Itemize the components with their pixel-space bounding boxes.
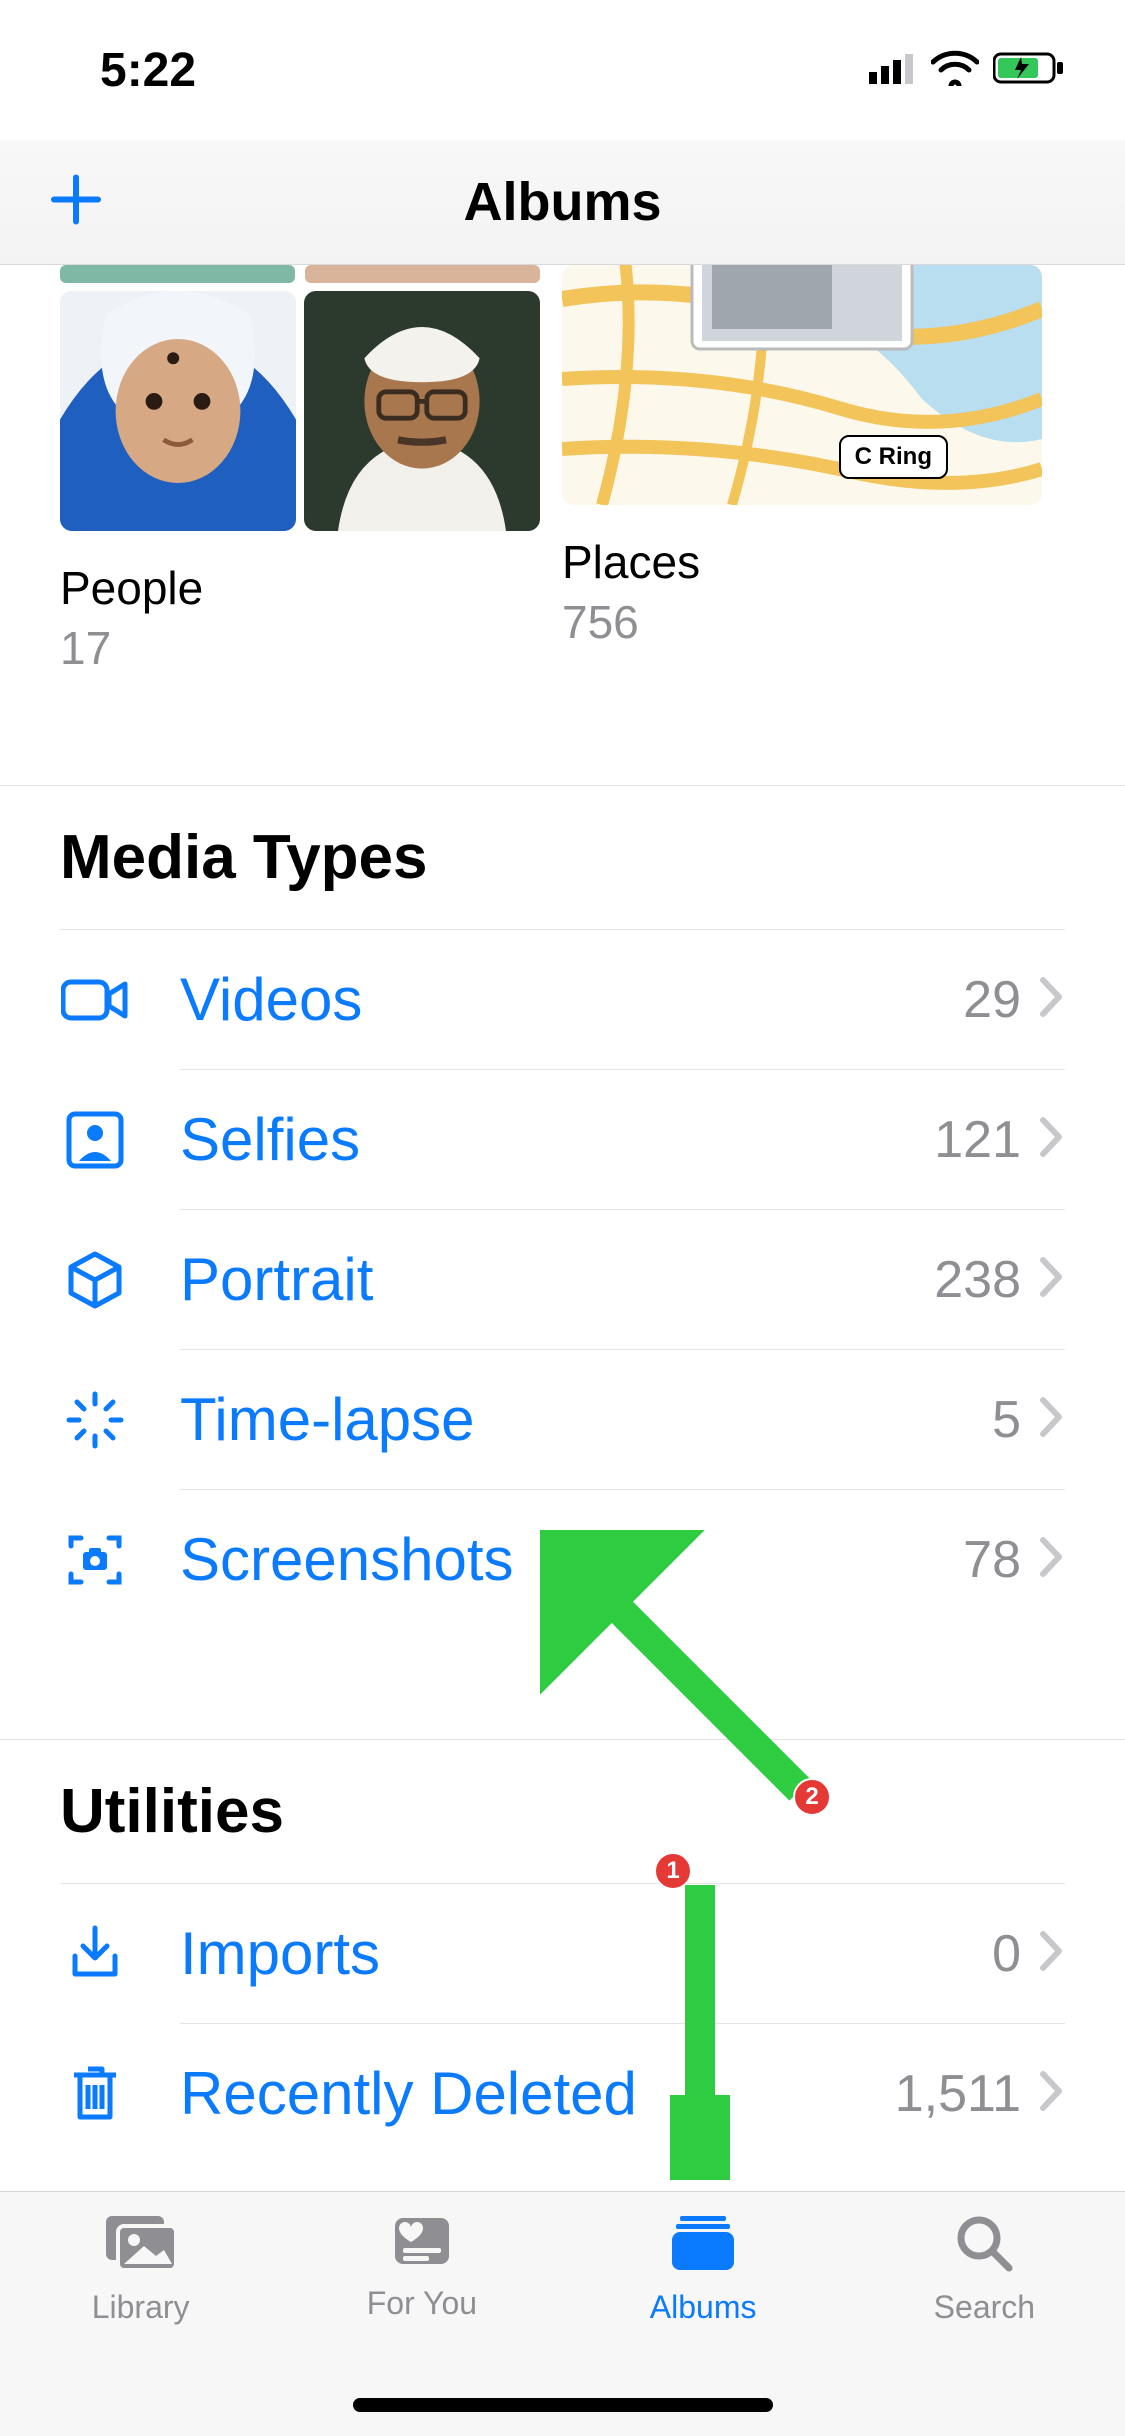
row-videos[interactable]: Videos 29 bbox=[60, 929, 1065, 1069]
battery-icon bbox=[993, 51, 1065, 90]
album-people[interactable]: People 17 bbox=[60, 265, 540, 675]
status-icons bbox=[869, 50, 1065, 91]
search-icon bbox=[953, 2212, 1015, 2279]
page-title: Albums bbox=[463, 171, 661, 233]
chevron-right-icon bbox=[1039, 1930, 1065, 1977]
for-you-icon bbox=[389, 2212, 455, 2275]
people-thumb-strip bbox=[60, 265, 540, 283]
annotation-badge-1: 1 bbox=[654, 1852, 692, 1890]
tab-albums-label: Albums bbox=[650, 2289, 757, 2326]
row-imports-label: Imports bbox=[180, 1919, 992, 1988]
home-indicator[interactable] bbox=[353, 2398, 773, 2412]
status-time: 5:22 bbox=[100, 43, 196, 98]
import-icon bbox=[60, 1924, 130, 1984]
section-title-utilities: Utilities bbox=[60, 1776, 1065, 1847]
row-portrait[interactable]: Portrait 238 bbox=[180, 1209, 1065, 1349]
album-places[interactable]: C Ring Places 756 bbox=[562, 265, 1042, 675]
album-places-count: 756 bbox=[562, 595, 1042, 649]
add-button[interactable] bbox=[50, 174, 102, 231]
scroll-content[interactable]: People 17 bbox=[0, 265, 1125, 2191]
video-icon bbox=[60, 976, 130, 1024]
timelapse-icon bbox=[60, 1390, 130, 1450]
row-portrait-count: 238 bbox=[934, 1250, 1021, 1310]
row-videos-label: Videos bbox=[180, 965, 963, 1034]
places-map-pin-label: C Ring bbox=[839, 435, 948, 479]
selfie-icon bbox=[60, 1111, 130, 1169]
row-timelapse-count: 5 bbox=[992, 1390, 1021, 1450]
row-videos-count: 29 bbox=[963, 970, 1021, 1030]
row-screenshots-label: Screenshots bbox=[180, 1525, 963, 1594]
photo-library-icon bbox=[102, 2212, 180, 2279]
annotation-badge-2: 2 bbox=[793, 1778, 831, 1816]
album-places-title: Places bbox=[562, 535, 1042, 589]
row-recently-deleted-count: 1,511 bbox=[895, 2064, 1021, 2124]
row-selfies[interactable]: Selfies 121 bbox=[180, 1069, 1065, 1209]
people-face-2 bbox=[304, 291, 540, 531]
places-thumbnail: C Ring bbox=[562, 265, 1042, 505]
chevron-right-icon bbox=[1039, 1116, 1065, 1163]
wifi-icon bbox=[931, 50, 979, 91]
photos-albums-screen: 5:22 Albums bbox=[0, 0, 1125, 2436]
row-screenshots[interactable]: Screenshots 78 bbox=[180, 1489, 1065, 1629]
tab-library-label: Library bbox=[92, 2289, 190, 2326]
tab-bar: Library For You Albums Search bbox=[0, 2191, 1125, 2436]
album-people-count: 17 bbox=[60, 621, 540, 675]
chevron-right-icon bbox=[1039, 1396, 1065, 1443]
row-recently-deleted[interactable]: Recently Deleted 1,511 bbox=[180, 2023, 1065, 2163]
row-selfies-count: 121 bbox=[934, 1110, 1021, 1170]
section-title-media-types: Media Types bbox=[60, 822, 1065, 893]
row-recently-deleted-label: Recently Deleted bbox=[180, 2059, 895, 2128]
tab-search-label: Search bbox=[934, 2289, 1035, 2326]
screenshot-icon bbox=[60, 1530, 130, 1590]
row-selfies-label: Selfies bbox=[180, 1105, 934, 1174]
nav-bar: Albums bbox=[0, 140, 1125, 265]
section-utilities: Utilities Imports 0 Recently Deleted 1,5… bbox=[0, 1739, 1125, 2163]
albums-icon bbox=[666, 2212, 740, 2279]
plus-icon bbox=[50, 213, 102, 230]
row-screenshots-count: 78 bbox=[963, 1530, 1021, 1590]
people-face-1 bbox=[60, 291, 296, 531]
chevron-right-icon bbox=[1039, 1536, 1065, 1583]
tab-for-you-label: For You bbox=[367, 2285, 477, 2322]
row-imports-count: 0 bbox=[992, 1924, 1021, 1984]
albums-grid: People 17 bbox=[0, 265, 1125, 675]
trash-icon bbox=[60, 2063, 130, 2125]
tab-search[interactable]: Search bbox=[844, 2212, 1125, 2436]
tab-library[interactable]: Library bbox=[0, 2212, 281, 2436]
chevron-right-icon bbox=[1039, 2070, 1065, 2117]
section-media-types: Media Types Videos 29 Selfies 121 Portra… bbox=[0, 785, 1125, 1629]
cellular-icon bbox=[869, 52, 917, 89]
row-portrait-label: Portrait bbox=[180, 1245, 934, 1314]
row-timelapse-label: Time-lapse bbox=[180, 1385, 992, 1454]
cube-icon bbox=[60, 1250, 130, 1310]
album-people-title: People bbox=[60, 561, 540, 615]
people-thumbnails bbox=[60, 291, 540, 531]
status-bar: 5:22 bbox=[0, 0, 1125, 140]
chevron-right-icon bbox=[1039, 976, 1065, 1023]
chevron-right-icon bbox=[1039, 1256, 1065, 1303]
row-timelapse[interactable]: Time-lapse 5 bbox=[180, 1349, 1065, 1489]
row-imports[interactable]: Imports 0 bbox=[60, 1883, 1065, 2023]
